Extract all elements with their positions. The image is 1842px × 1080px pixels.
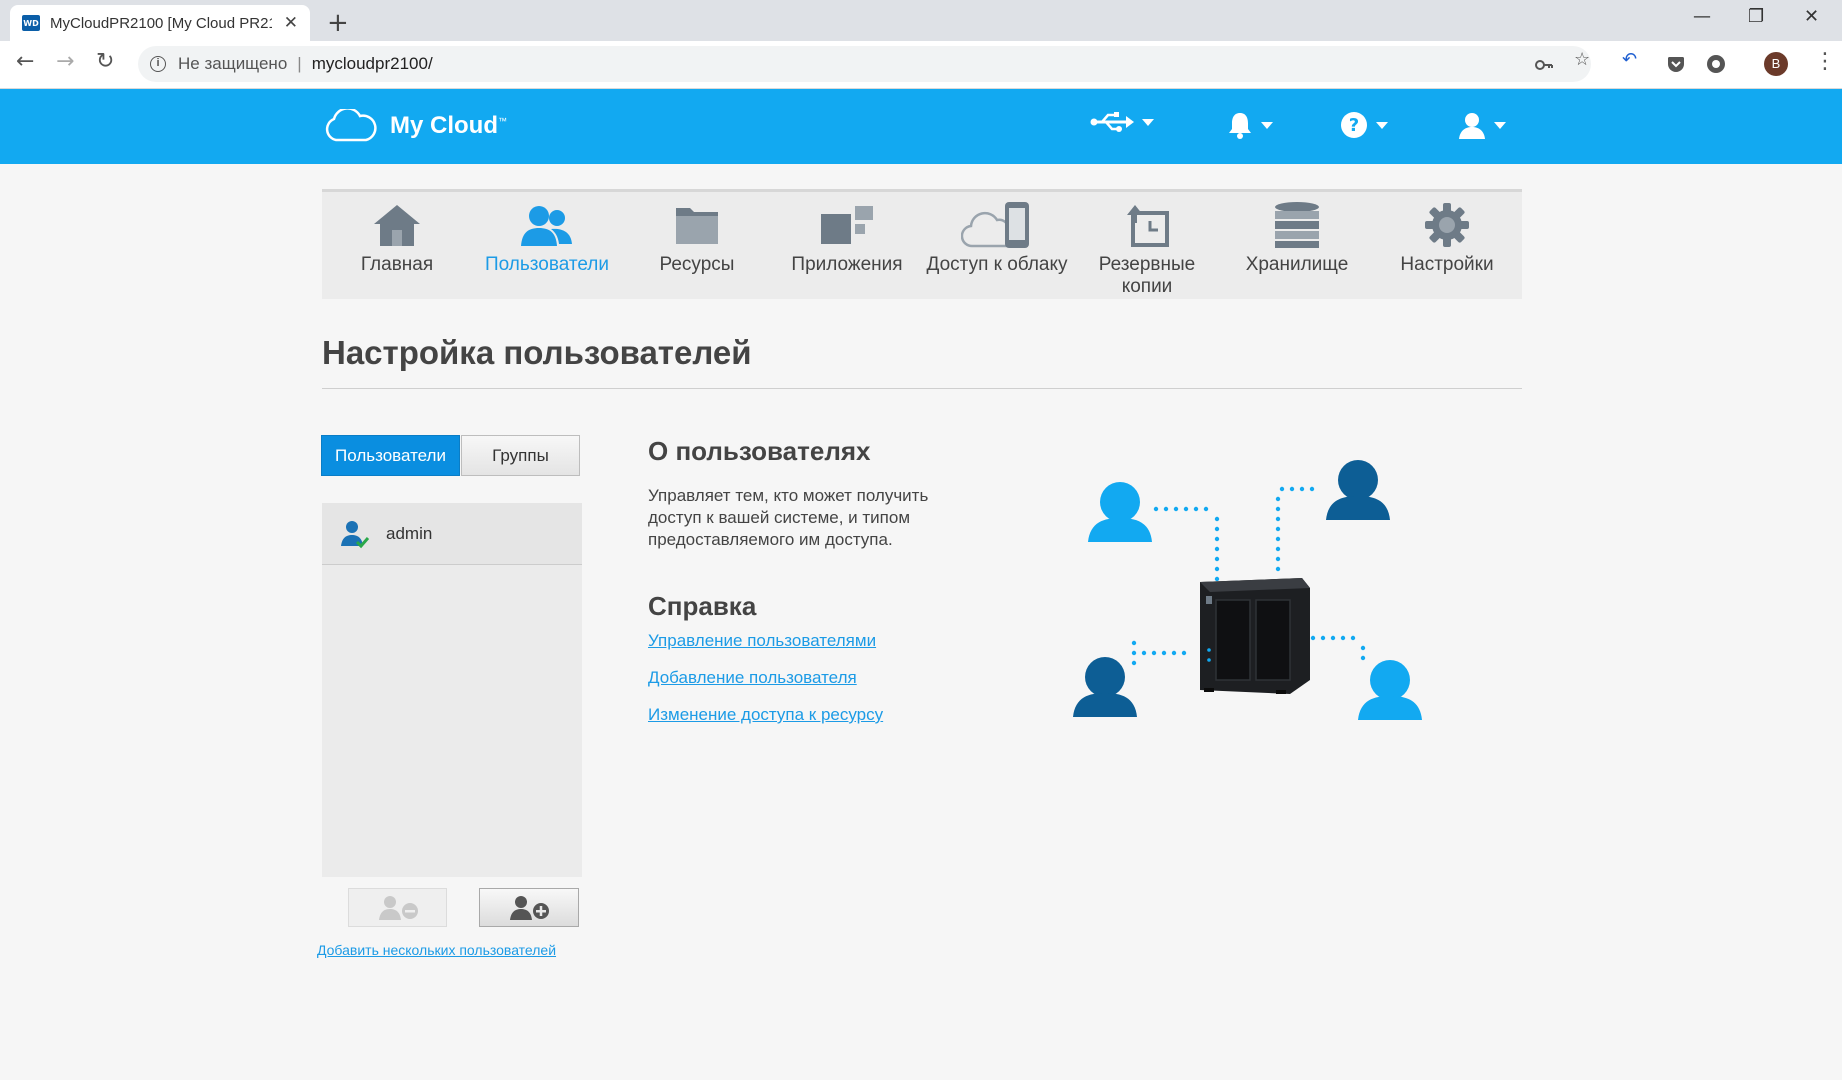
tab-close-icon[interactable]: ✕ xyxy=(284,13,298,33)
folder-icon xyxy=(676,208,718,244)
about-title: О пользователях xyxy=(648,436,871,466)
tab-users[interactable]: Пользователи xyxy=(321,435,460,476)
address-bar[interactable]: i Не защищено | mycloudpr2100/ xyxy=(138,46,1591,82)
svg-text:?: ? xyxy=(1349,115,1359,136)
nav-apps[interactable]: Приложения xyxy=(772,200,922,276)
user-name: admin xyxy=(386,523,433,543)
back-icon[interactable]: ← xyxy=(16,49,34,74)
url-text[interactable]: mycloudpr2100/ xyxy=(312,54,433,74)
title-divider xyxy=(322,388,1522,389)
gear-icon xyxy=(1425,203,1469,247)
close-window-icon[interactable]: ✕ xyxy=(1804,6,1819,27)
browser-toolbar: ← → ↻ i Не защищено | mycloudpr2100/ ☆ ↶… xyxy=(0,41,1842,89)
add-user-icon xyxy=(510,895,549,920)
storage-icon xyxy=(1275,202,1319,248)
cloud-device-icon xyxy=(961,202,1029,248)
undo-icon[interactable]: ↶ xyxy=(1622,49,1637,70)
profile-avatar[interactable]: B xyxy=(1764,52,1788,76)
remove-user-button[interactable] xyxy=(348,888,447,927)
help-link-share-access[interactable]: Изменение доступа к ресурсу xyxy=(648,705,883,725)
nav-settings[interactable]: Настройки xyxy=(1372,200,1522,276)
help-icon: ? xyxy=(1341,112,1367,138)
extension-icon[interactable] xyxy=(1706,54,1726,74)
forward-icon[interactable]: → xyxy=(56,49,74,74)
nav-backups[interactable]: Резервные копии xyxy=(1072,200,1222,298)
nav-home[interactable]: Главная xyxy=(322,200,472,276)
add-user-button[interactable] xyxy=(479,888,579,927)
page-title: Настройка пользователей xyxy=(322,334,752,371)
users-nas-illustration xyxy=(1073,460,1422,720)
user-list-item[interactable]: admin xyxy=(322,503,582,565)
nav-label: Пользователи xyxy=(484,254,609,275)
person-icon xyxy=(1326,460,1390,520)
nav-label: Главная xyxy=(360,254,434,275)
browser-tabstrip: WD MyCloudPR2100 [My Cloud PR2100] ✕ + —… xyxy=(0,0,1842,41)
nav-users[interactable]: Пользователи xyxy=(472,200,622,276)
help-link-manage-users[interactable]: Управление пользователями xyxy=(648,631,876,651)
insecure-label: Не защищено xyxy=(178,54,288,73)
url-separator: | xyxy=(297,54,302,73)
chevron-down-icon xyxy=(1261,121,1273,129)
chevron-down-icon xyxy=(1142,118,1154,126)
chevron-down-icon xyxy=(1376,121,1388,129)
nav-label: Ресурсы xyxy=(659,254,735,275)
user-list: admin xyxy=(322,503,582,877)
user-icon xyxy=(1459,113,1485,139)
nav-storage[interactable]: Хранилище xyxy=(1222,200,1372,276)
admin-user-icon xyxy=(341,520,370,548)
account-menu[interactable] xyxy=(1458,111,1506,139)
new-tab-icon[interactable]: + xyxy=(327,8,349,38)
minimize-icon[interactable]: — xyxy=(1693,6,1711,27)
pocket-icon[interactable] xyxy=(1666,54,1686,74)
nav-label: Резервные копии xyxy=(1098,254,1196,297)
nav-label: Настройки xyxy=(1400,254,1494,275)
usb-icon xyxy=(1090,112,1134,132)
cloud-logo-icon xyxy=(325,109,377,142)
logo-text: My Cloud™ xyxy=(390,112,507,139)
home-icon xyxy=(374,205,420,246)
tab-title: MyCloudPR2100 [My Cloud PR2100] xyxy=(50,14,272,32)
nav-label: Хранилище xyxy=(1245,254,1349,275)
add-multiple-users-link[interactable]: Добавить нескольких пользователей xyxy=(317,942,556,958)
nas-device-icon xyxy=(1200,578,1310,694)
users-icon xyxy=(521,206,572,246)
person-icon xyxy=(1073,657,1137,717)
about-text: Управляет тем, кто может получить доступ… xyxy=(648,486,929,549)
nav-shares[interactable]: Ресурсы xyxy=(622,200,772,276)
tab-groups[interactable]: Группы xyxy=(461,435,580,476)
browser-tab[interactable]: WD MyCloudPR2100 [My Cloud PR2100] ✕ xyxy=(10,5,310,41)
help-menu[interactable]: ? xyxy=(1340,111,1388,139)
help-title: Справка xyxy=(648,591,757,621)
person-icon xyxy=(1358,660,1422,720)
app-header: My Cloud™ ? xyxy=(0,89,1842,164)
backup-icon xyxy=(1127,205,1169,247)
help-link-add-user[interactable]: Добавление пользователя xyxy=(648,668,857,688)
star-icon[interactable]: ☆ xyxy=(1574,49,1590,70)
wd-favicon-icon: WD xyxy=(22,15,40,31)
bell-icon xyxy=(1229,113,1251,139)
restore-icon[interactable]: ❐ xyxy=(1748,6,1764,27)
main-nav: Главная Пользователи Ресурсы Приложения … xyxy=(322,189,1522,299)
menu-icon[interactable]: ⋮ xyxy=(1814,49,1836,74)
chevron-down-icon xyxy=(1494,121,1506,129)
notifications-menu[interactable] xyxy=(1227,111,1273,139)
nav-cloud-access[interactable]: Доступ к облаку xyxy=(922,200,1072,276)
info-icon[interactable]: i xyxy=(150,56,166,72)
mycloud-logo[interactable]: My Cloud™ xyxy=(322,109,507,143)
reload-icon[interactable]: ↻ xyxy=(96,49,114,74)
key-icon[interactable] xyxy=(1534,55,1554,75)
apps-icon xyxy=(821,206,873,244)
remove-user-icon xyxy=(378,895,418,920)
usb-menu[interactable] xyxy=(1090,111,1154,133)
nav-label: Приложения xyxy=(791,254,903,275)
person-icon xyxy=(1088,482,1152,542)
nav-label: Доступ к облаку xyxy=(926,254,1068,275)
